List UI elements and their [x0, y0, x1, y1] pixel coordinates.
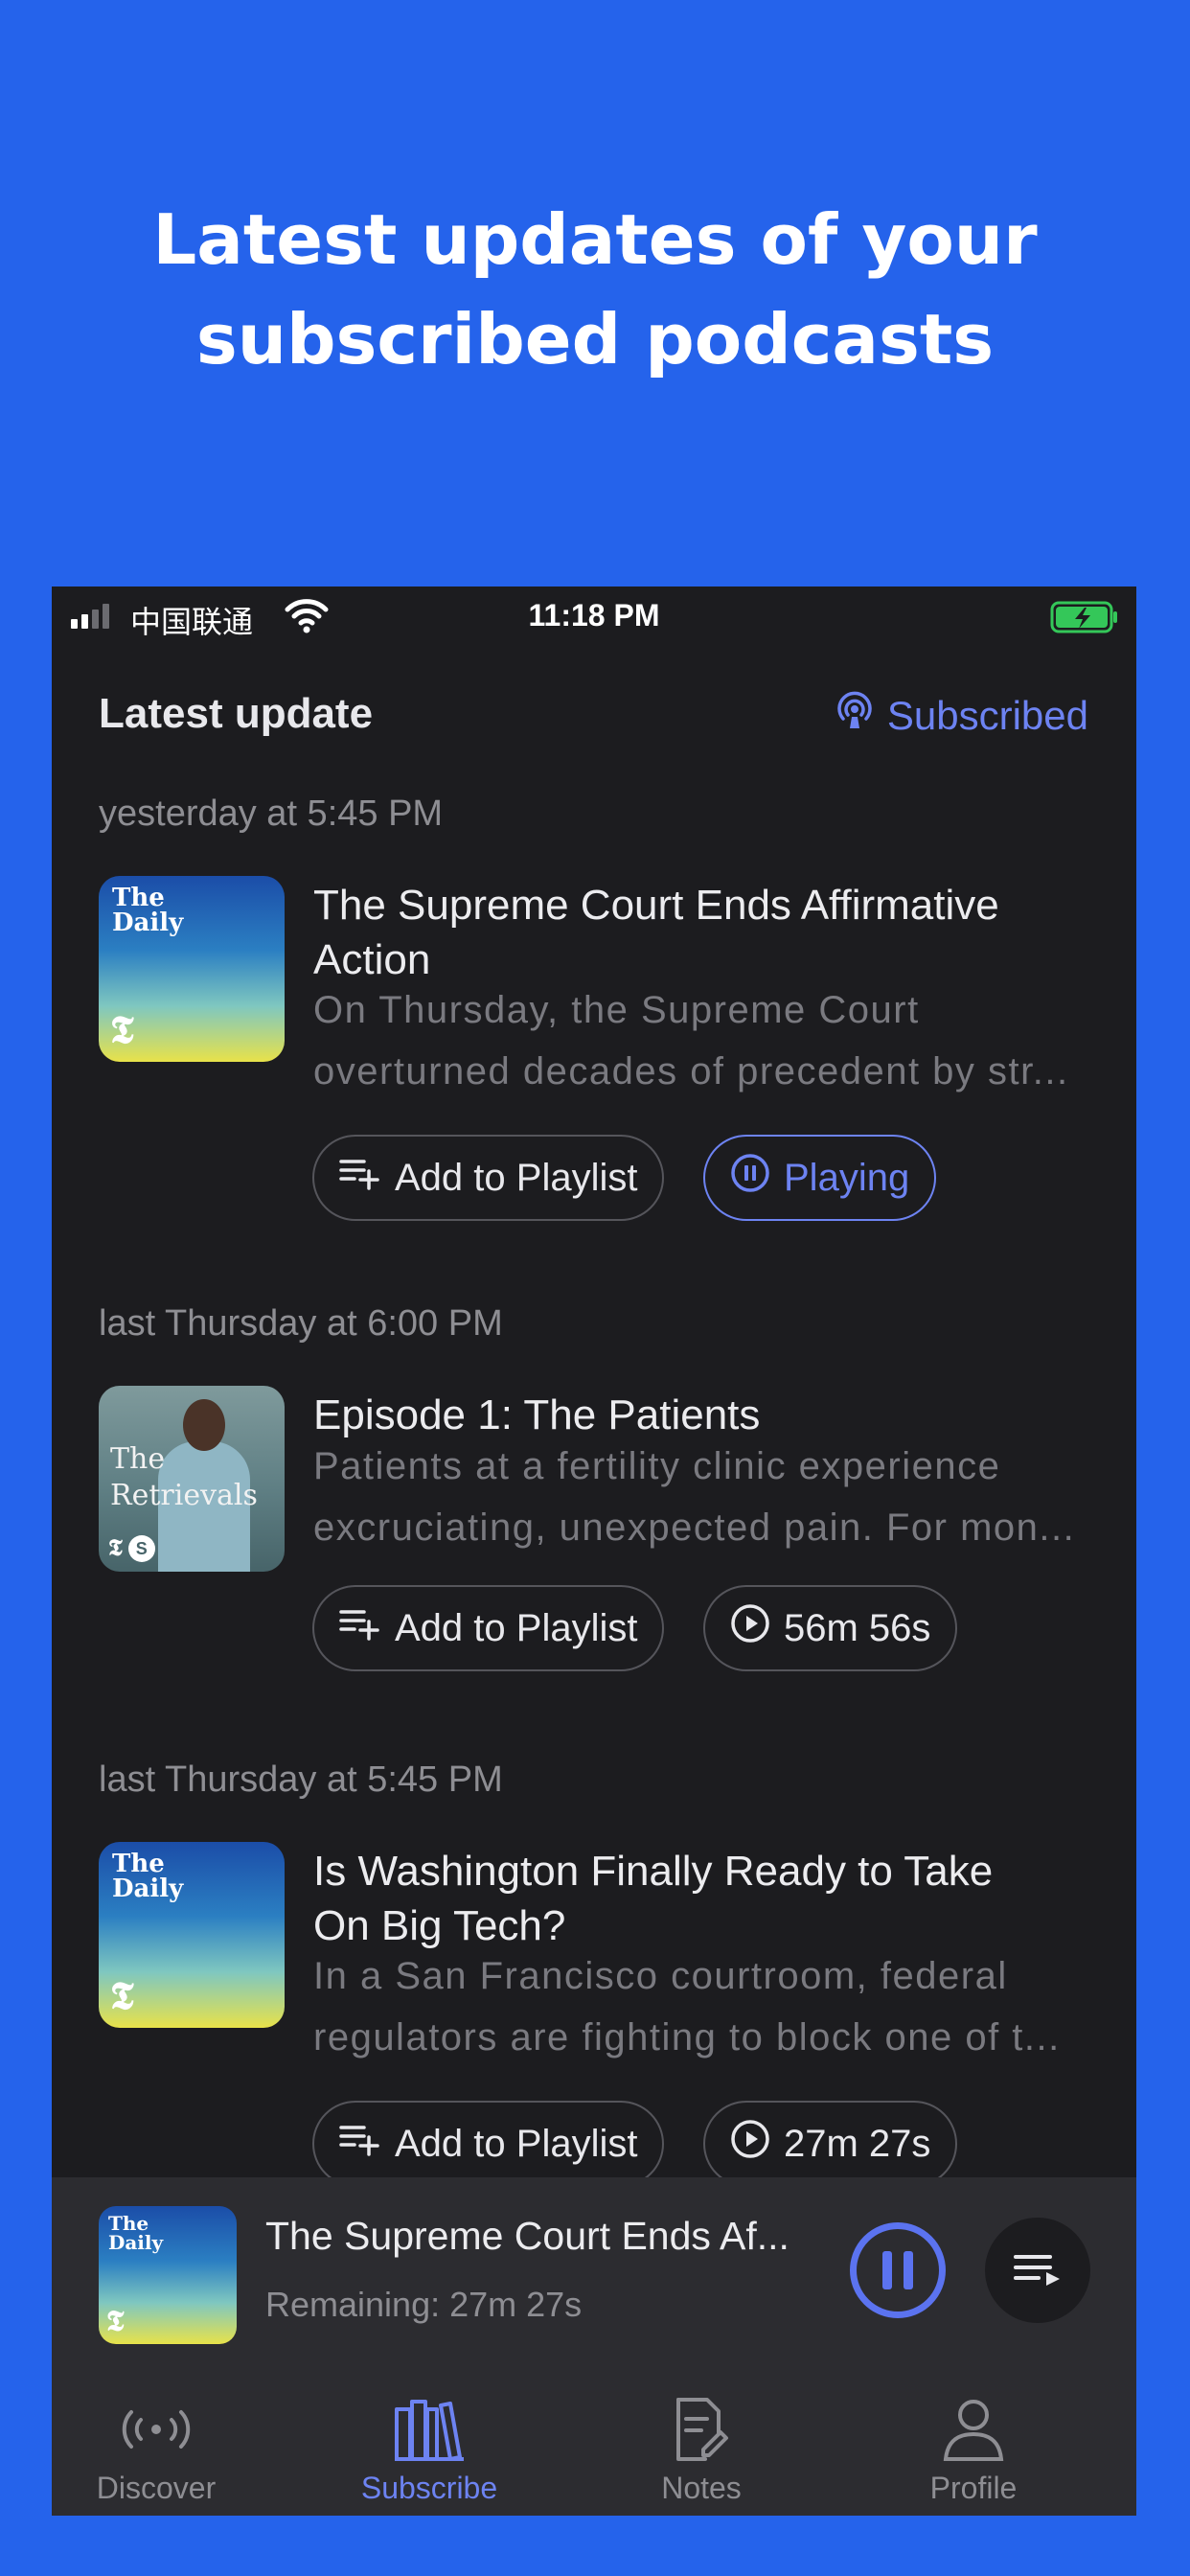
- duration-label: 56m 56s: [784, 1606, 931, 1649]
- tab-label: Notes: [661, 2471, 742, 2505]
- status-time: 11:18 PM: [528, 598, 660, 632]
- episode-title-line: Is Washington Finally Ready to Take: [313, 1848, 994, 1895]
- playlist-add-icon: [339, 1156, 381, 1200]
- episode-description: In a San Francisco courtroom, federal re…: [313, 1945, 1089, 2068]
- nyt-logo-icon: 𝕿: [110, 1973, 134, 2018]
- pause-icon-bar: [904, 2251, 913, 2289]
- serial-logo-icon: S: [127, 1535, 155, 1562]
- episode-time: last Thursday at 5:45 PM: [99, 1760, 503, 1800]
- subscribed-label: Subscribed: [886, 693, 1088, 738]
- episode-desc-line: In a San Francisco courtroom, federal: [313, 1955, 1008, 1997]
- promo-headline-line2: subscribed podcasts: [195, 299, 995, 380]
- episode-desc-line: regulators are fighting to block one of …: [313, 2016, 1061, 2058]
- tab-label: Profile: [929, 2471, 1018, 2505]
- episode-description: On Thursday, the Supreme Court overturne…: [313, 979, 1089, 1102]
- queue-list-icon: [1012, 2249, 1064, 2292]
- add-to-playlist-label: Add to Playlist: [395, 1156, 638, 1199]
- artwork-brand: The Daily: [108, 2212, 164, 2254]
- episode-title[interactable]: Episode 1: The Patients: [313, 1388, 1089, 1442]
- play-duration-button[interactable]: 56m 56s: [703, 1585, 958, 1671]
- broadcast-icon: [60, 2388, 252, 2471]
- episode-artwork: The Retrievals 𝕿 S: [99, 1386, 285, 1572]
- add-to-playlist-label: Add to Playlist: [395, 2122, 638, 2165]
- playlist-add-icon: [339, 2122, 381, 2166]
- library-icon: [333, 2388, 525, 2471]
- tab-discover[interactable]: Discover: [60, 2388, 252, 2506]
- tab-profile[interactable]: Profile: [878, 2388, 1069, 2506]
- publisher-logos: 𝕿 S: [108, 1535, 155, 1562]
- episode-time: yesterday at 5:45 PM: [99, 794, 444, 834]
- episode-description: Patients at a fertility clinic experienc…: [313, 1436, 1089, 1558]
- mini-player-title[interactable]: The Supreme Court Ends Af...: [265, 2214, 790, 2259]
- mini-player-remaining: Remaining: 27m 27s: [265, 2285, 583, 2324]
- podcast-icon: [834, 690, 876, 742]
- phone-screen: 中国联通 11:18 PM Latest update Subscribed y…: [52, 586, 1136, 2516]
- episode-desc-line: Patients at a fertility clinic experienc…: [313, 1445, 1001, 1487]
- artwork-brand: The Daily: [112, 1850, 184, 1903]
- promo-headline: Latest updates of your subscribed podcas…: [0, 190, 1190, 389]
- promo-headline-line1: Latest updates of your: [152, 199, 1038, 280]
- play-circle-icon: [730, 1603, 770, 1653]
- episode-artwork: The Daily 𝕿: [99, 1842, 285, 2028]
- nyt-logo-icon: 𝕿: [108, 1535, 123, 1561]
- queue-button[interactable]: [985, 2218, 1090, 2323]
- play-circle-icon: [730, 2119, 770, 2169]
- episode-title-line: Episode 1: The Patients: [313, 1392, 761, 1438]
- artwork-title: The Retrievals: [110, 1442, 258, 1512]
- pause-button[interactable]: [850, 2222, 946, 2318]
- add-to-playlist-label: Add to Playlist: [395, 1606, 638, 1649]
- episode-title[interactable]: The Supreme Court Ends Affirmative Actio…: [313, 878, 1089, 987]
- battery-charging-icon: [1050, 600, 1119, 639]
- nyt-logo-icon: 𝕿: [106, 2305, 125, 2338]
- add-to-playlist-button[interactable]: Add to Playlist: [312, 1585, 665, 1671]
- duration-label: 27m 27s: [784, 2122, 931, 2165]
- episode-artwork: The Daily 𝕿: [99, 876, 285, 1062]
- episode-title[interactable]: Is Washington Finally Ready to Take On B…: [313, 1844, 1089, 1953]
- mini-player-artwork: The Daily 𝕿: [99, 2206, 237, 2344]
- subscribed-button[interactable]: Subscribed: [834, 690, 1088, 742]
- add-to-playlist-button[interactable]: Add to Playlist: [312, 2101, 665, 2187]
- tab-label: Subscribe: [360, 2471, 498, 2505]
- mini-player[interactable]: The Daily 𝕿 The Supreme Court Ends Af... …: [52, 2177, 1136, 2379]
- tab-label: Discover: [96, 2471, 217, 2505]
- tab-bar: Discover Subscribe Notes Profile: [52, 2379, 1136, 2516]
- status-bar: 中国联通 11:18 PM: [52, 586, 1136, 650]
- pause-icon-bar: [882, 2251, 892, 2289]
- play-duration-button[interactable]: 27m 27s: [703, 2101, 958, 2187]
- playing-button[interactable]: Playing: [703, 1135, 937, 1221]
- artwork-brand: The Daily: [112, 884, 184, 937]
- tab-subscribe[interactable]: Subscribe: [333, 2388, 525, 2506]
- episode-desc-line: excruciating, unexpected pain. For mon..…: [313, 1506, 1076, 1549]
- tab-notes[interactable]: Notes: [606, 2388, 797, 2506]
- playlist-add-icon: [339, 1606, 381, 1650]
- episode-desc-line: On Thursday, the Supreme Court: [313, 989, 920, 1031]
- episode-desc-line: overturned decades of precedent by str..…: [313, 1050, 1069, 1092]
- person-icon: [878, 2388, 1069, 2471]
- add-to-playlist-button[interactable]: Add to Playlist: [312, 1135, 665, 1221]
- episode-title-line: The Supreme Court Ends Affirmative: [313, 882, 999, 929]
- pause-circle-icon: [730, 1153, 770, 1203]
- page-title: Latest update: [99, 690, 374, 737]
- note-edit-icon: [606, 2388, 797, 2471]
- episode-time: last Thursday at 6:00 PM: [99, 1303, 503, 1344]
- nyt-logo-icon: 𝕿: [110, 1007, 134, 1052]
- playing-label: Playing: [784, 1156, 910, 1199]
